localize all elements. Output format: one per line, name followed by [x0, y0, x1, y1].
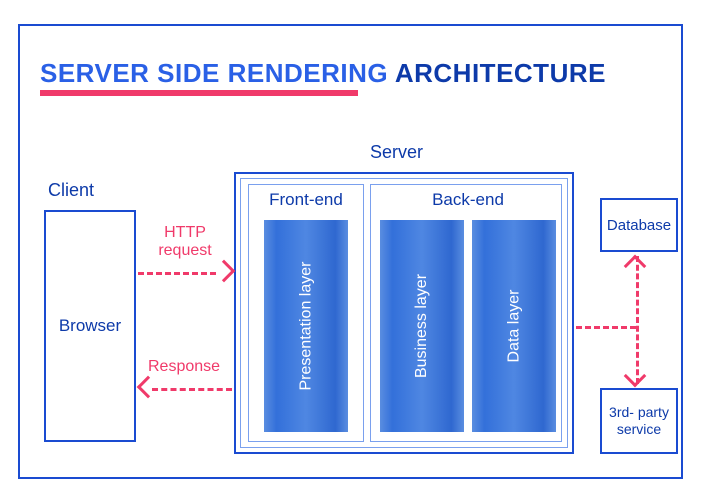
third-party-label: 3rd- party service	[602, 404, 676, 438]
title-accent: SERVER SIDE RENDERING	[40, 58, 388, 88]
server-side-line	[576, 326, 636, 329]
client-heading: Client	[48, 180, 94, 201]
response-arrow-label: Response	[148, 358, 220, 376]
business-layer: Business layer	[380, 220, 464, 432]
business-layer-label: Business layer	[413, 274, 431, 378]
database-label: Database	[607, 217, 671, 234]
frontend-label: Front-end	[256, 190, 356, 210]
third-party-box: 3rd- party service	[600, 388, 678, 454]
backend-label: Back-end	[408, 190, 528, 210]
response-arrow-line	[152, 388, 232, 391]
presentation-layer-label: Presentation layer	[297, 262, 315, 391]
title-underline	[40, 90, 358, 96]
presentation-layer: Presentation layer	[264, 220, 348, 432]
client-box: Browser	[44, 210, 136, 442]
data-layer-label: Data layer	[505, 290, 523, 363]
database-box: Database	[600, 198, 678, 252]
request-arrow-line	[138, 272, 216, 275]
request-arrow-label: HTTP request	[150, 224, 220, 261]
client-box-label: Browser	[59, 316, 121, 336]
diagram-title: SERVER SIDE RENDERING ARCHITECTURE	[40, 58, 606, 89]
title-rest: ARCHITECTURE	[388, 58, 606, 88]
server-heading: Server	[370, 142, 423, 163]
data-layer: Data layer	[472, 220, 556, 432]
